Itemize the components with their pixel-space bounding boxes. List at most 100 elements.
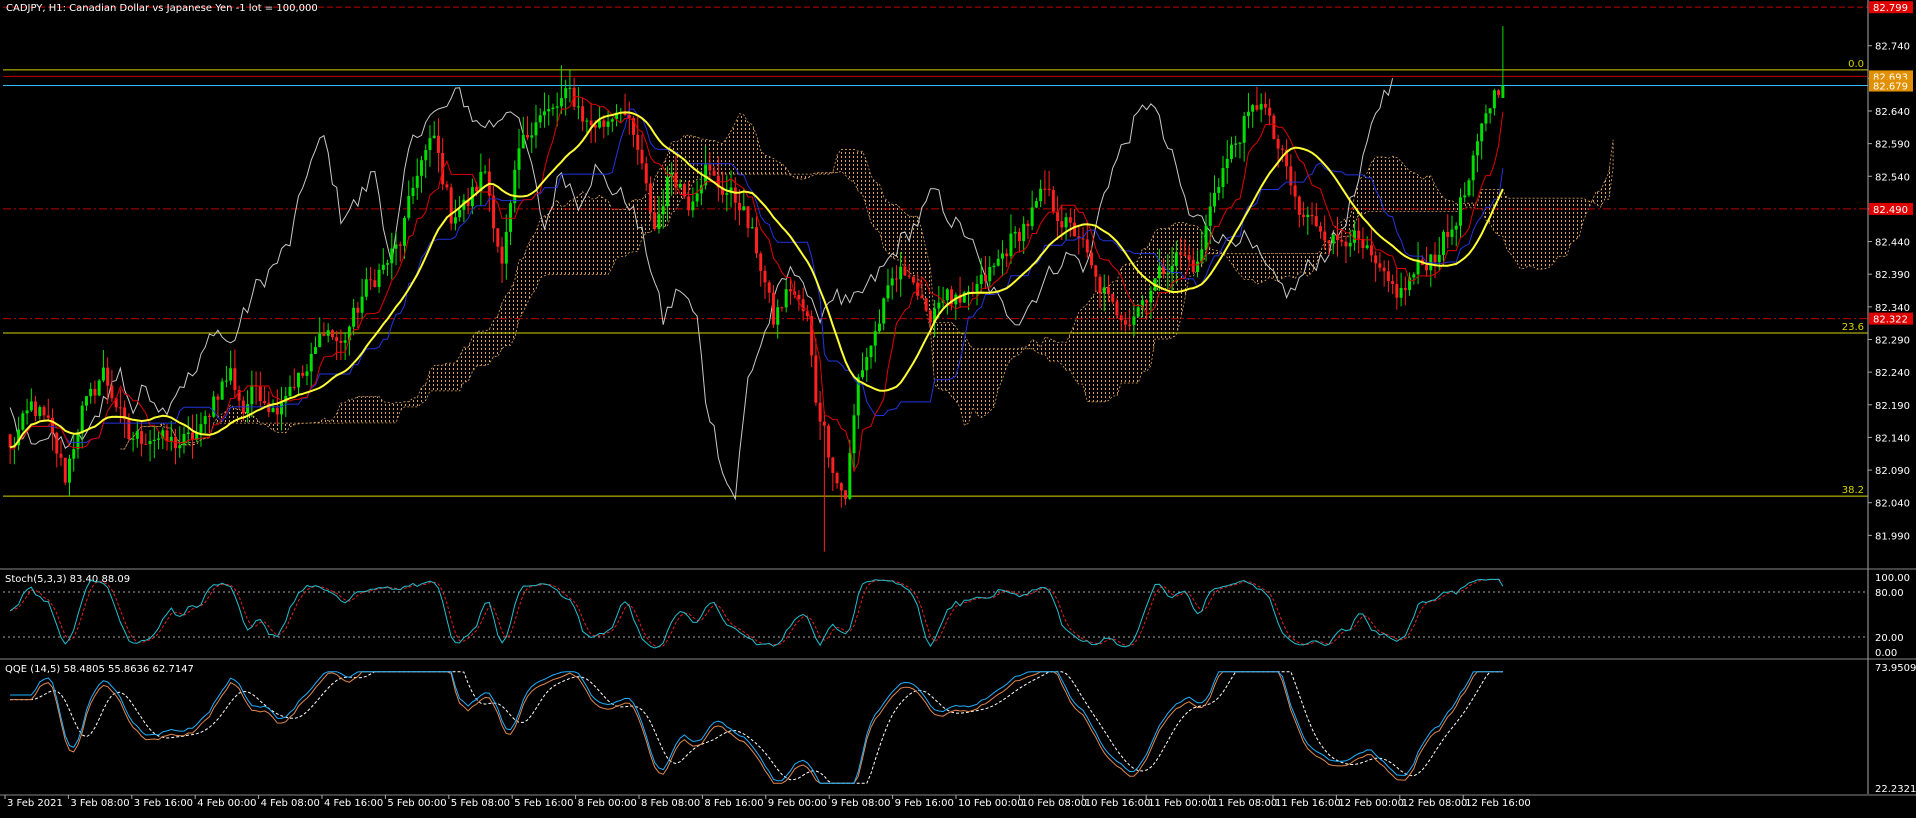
candle-body <box>398 244 402 246</box>
candle-body <box>182 434 186 446</box>
candle-body <box>415 175 419 188</box>
stoch-tick-label: 80.00 <box>1875 588 1904 599</box>
candle-body <box>63 457 67 483</box>
candle-body <box>1268 107 1272 116</box>
candle-body <box>542 111 546 116</box>
candle-body <box>784 289 788 308</box>
candle-body <box>1475 141 1479 156</box>
price-tick-label: 82.240 <box>1875 368 1910 379</box>
qqe-trailing-line <box>10 671 1503 784</box>
candle-body <box>453 217 457 224</box>
candle-body <box>1107 287 1110 294</box>
time-tick-label: 8 Feb 16:00 <box>704 798 763 809</box>
candle-body <box>419 160 423 176</box>
candle-body <box>1234 143 1238 145</box>
candle-body <box>352 307 356 327</box>
candle-body <box>636 134 640 150</box>
candle-body <box>1221 168 1225 188</box>
candle-body <box>903 266 907 276</box>
candle-body <box>1022 223 1026 242</box>
candle-body <box>84 396 88 406</box>
candle-body <box>360 296 364 313</box>
candle-body <box>865 357 869 371</box>
time-tick-label: 4 Feb 08:00 <box>261 798 320 809</box>
stoch-title: Stoch(5,3,3) 83.40 88.09 <box>5 574 130 585</box>
candle-body <box>144 443 148 445</box>
candle-body <box>551 107 555 109</box>
price-tick-label: 82.340 <box>1875 303 1910 314</box>
candle-body <box>148 440 152 445</box>
time-tick-label: 5 Feb 08:00 <box>451 798 510 809</box>
candle-body <box>343 340 347 343</box>
candle-body <box>390 248 394 264</box>
candle-body <box>436 135 440 153</box>
candle-body <box>1047 188 1051 190</box>
price-tick-label: 82.590 <box>1875 140 1910 151</box>
candle-body <box>135 431 139 439</box>
candle-body <box>687 196 691 211</box>
candle-body <box>1005 253 1009 257</box>
candle-body <box>29 401 33 411</box>
candle-body <box>1123 320 1127 325</box>
candle-body <box>589 120 593 126</box>
candle-body <box>1034 201 1038 208</box>
candle-body <box>1081 238 1085 240</box>
candle-body <box>1060 221 1064 228</box>
candle-body <box>1378 263 1382 268</box>
candle-body <box>1196 261 1200 272</box>
candle-body <box>1302 214 1306 218</box>
candle-body <box>1458 197 1462 226</box>
candle-body <box>1251 105 1255 112</box>
candle-body <box>1454 225 1458 230</box>
candle-body <box>288 386 292 397</box>
candle-body <box>212 396 216 417</box>
chart-area[interactable]: 0.023.638.282.74082.69082.64082.59082.54… <box>0 0 1916 813</box>
candle-body <box>937 302 941 309</box>
candle-body <box>975 283 979 293</box>
candle-body <box>1000 253 1004 259</box>
candle-body <box>835 472 839 484</box>
candle-body <box>1111 293 1115 302</box>
candle-body <box>844 490 848 499</box>
candle-body <box>1026 223 1030 227</box>
qqe-smoothed-line <box>10 671 1503 784</box>
chart-svg[interactable]: 0.023.638.282.74082.69082.64082.59082.54… <box>0 0 1916 813</box>
candle-body <box>21 413 25 430</box>
candle-body <box>1501 85 1505 98</box>
price-tick-label: 82.040 <box>1875 499 1910 510</box>
candle-body <box>1013 231 1017 234</box>
candle-body <box>292 386 296 388</box>
candle-body <box>305 371 309 376</box>
candle-body <box>691 201 695 211</box>
candle-body <box>34 401 38 417</box>
candle-body <box>657 214 661 229</box>
candle-body <box>301 372 305 376</box>
stoch-tick-label: 0.00 <box>1875 648 1897 659</box>
candle-body <box>513 169 517 204</box>
candle-body <box>1336 234 1339 241</box>
candle-body <box>1119 315 1123 321</box>
candle-body <box>97 380 101 396</box>
candle-body <box>411 187 415 196</box>
candle-body <box>1357 230 1361 239</box>
candle-body <box>894 278 898 280</box>
candle-body <box>755 227 758 254</box>
candle-body <box>428 138 432 151</box>
candle-body <box>1323 231 1327 241</box>
candle-body <box>127 419 131 440</box>
candle-body <box>1480 123 1484 142</box>
candle-body <box>742 206 746 211</box>
candle-body <box>250 385 254 405</box>
candle-body <box>827 425 831 458</box>
candle-body <box>1136 307 1140 317</box>
price-tick-label: 82.740 <box>1875 42 1910 53</box>
candle-body <box>1319 226 1323 232</box>
candle-body <box>1064 217 1068 228</box>
time-tick-label: 11 Feb 08:00 <box>1212 798 1278 809</box>
candle-body <box>653 212 657 229</box>
candle-body <box>1463 195 1467 198</box>
candle-body <box>873 331 877 346</box>
time-tick-label: 4 Feb 00:00 <box>197 798 256 809</box>
candle-body <box>407 195 411 218</box>
candle-body <box>822 421 826 426</box>
